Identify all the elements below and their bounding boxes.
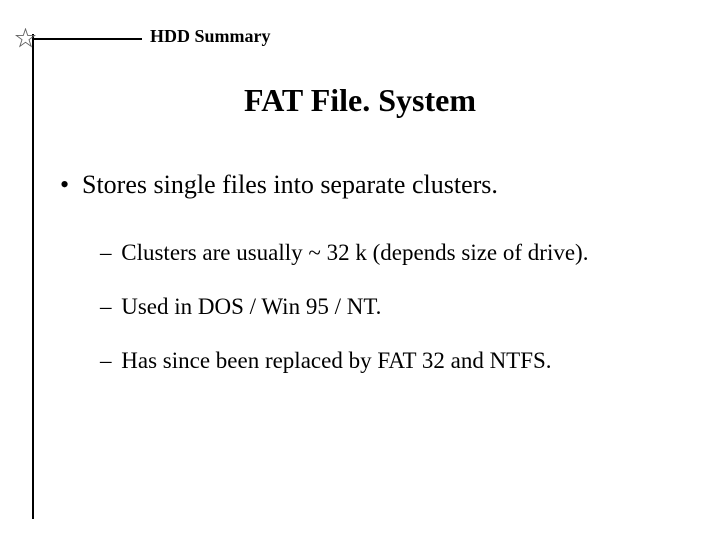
dash-icon: – xyxy=(100,294,112,319)
dash-icon: – xyxy=(100,348,112,373)
slide: HDD Summary FAT File. System •Stores sin… xyxy=(0,0,720,540)
bullet-level1: •Stores single files into separate clust… xyxy=(60,170,690,200)
header-underline xyxy=(32,38,142,40)
header-label: HDD Summary xyxy=(150,26,271,47)
bullet-text: Stores single files into separate cluste… xyxy=(82,170,498,199)
bullet-dot-icon: • xyxy=(60,170,82,200)
dash-icon: – xyxy=(100,240,112,265)
bullet-text: Has since been replaced by FAT 32 and NT… xyxy=(121,348,551,373)
bullet-level2: – Clusters are usually ~ 32 k (depends s… xyxy=(100,240,690,266)
bullet-level2: – Used in DOS / Win 95 / NT. xyxy=(100,294,690,320)
bullet-text: Clusters are usually ~ 32 k (depends siz… xyxy=(121,240,588,265)
slide-title: FAT File. System xyxy=(0,82,720,119)
bullet-level2: – Has since been replaced by FAT 32 and … xyxy=(100,348,690,374)
bullet-text: Used in DOS / Win 95 / NT. xyxy=(121,294,381,319)
slide-content: •Stores single files into separate clust… xyxy=(60,158,690,402)
